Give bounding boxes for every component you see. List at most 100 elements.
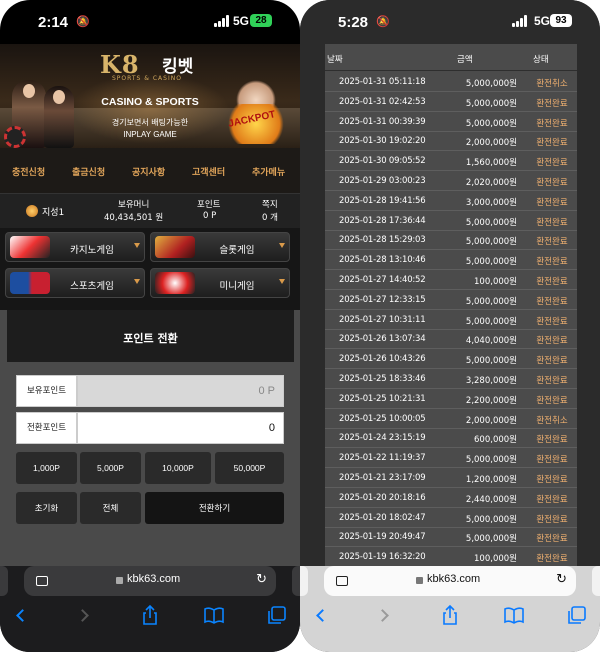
nav-withdraw[interactable]: 출금신청	[72, 165, 105, 178]
convert-submit-button[interactable]: 전환하기	[145, 492, 284, 524]
right-phone-screen: 5:28 🔕 5G 93 날짜 금액 상태 2025-01-31 05:11:1…	[300, 0, 600, 652]
user-info-bar: 지성1 보유머니 40,434,501 원 포인트 0 P 쪽지 0 개	[0, 194, 300, 228]
nav-notice[interactable]: 공지사항	[132, 165, 165, 178]
amount-10000-button[interactable]: 10,000P	[145, 452, 211, 484]
cell-date: 2025-01-20 20:18:16	[339, 492, 426, 503]
table-row: 2025-01-26 13:07:34 4,040,000원 환전완료	[325, 330, 577, 350]
bookmarks-button[interactable]	[203, 604, 225, 626]
cell-date: 2025-01-28 17:36:44	[339, 215, 426, 226]
nav-more[interactable]: 추가메뉴	[252, 165, 285, 178]
money-label: 보유머니	[118, 200, 150, 210]
slot-game-button[interactable]: 슬롯게임	[150, 232, 290, 262]
cell-amount: 5,000,000원	[465, 98, 517, 109]
table-row: 2025-01-19 20:49:47 5,000,000원 환전완료	[325, 528, 577, 548]
cell-date: 2025-01-19 20:49:47	[339, 532, 426, 543]
cell-date: 2025-01-28 15:29:03	[339, 235, 426, 246]
chevron-down-icon	[134, 279, 140, 284]
cell-status: 환전완료	[536, 118, 568, 129]
table-row: 2025-01-30 19:02:20 2,000,000원 환전완료	[325, 132, 577, 152]
cell-amount: 5,000,000원	[465, 514, 517, 525]
slot-machine-icon	[155, 236, 195, 258]
cell-amount: 600,000원	[474, 435, 517, 446]
convert-points-label: 전환포인트	[16, 412, 77, 444]
username[interactable]: 지성1	[42, 205, 64, 218]
amount-5000-button[interactable]: 5,000P	[80, 452, 141, 484]
convert-points-row: 전환포인트 0	[16, 412, 284, 444]
cell-date: 2025-01-25 10:00:05	[339, 413, 426, 424]
url-host: kbk63.com	[127, 573, 181, 585]
sports-game-button[interactable]: 스포츠게임	[5, 268, 145, 298]
cell-date: 2025-01-30 09:05:52	[339, 156, 426, 167]
chevron-left-icon	[16, 609, 29, 622]
status-bar: 5:28 🔕 5G 93	[300, 0, 600, 44]
tabs-button[interactable]	[566, 604, 588, 626]
tabs-button[interactable]	[266, 604, 288, 626]
cell-amount: 2,020,000원	[465, 178, 517, 188]
cell-date: 2025-01-19 16:32:20	[339, 552, 426, 563]
book-icon	[204, 607, 224, 624]
convert-points-input[interactable]: 0	[77, 412, 284, 444]
nav-deposit[interactable]: 충전신청	[12, 165, 45, 178]
back-button[interactable]	[10, 604, 32, 626]
reload-icon[interactable]: ↻	[256, 572, 267, 587]
cell-status: 환전완료	[536, 296, 568, 307]
cell-status: 환전취소	[536, 79, 568, 89]
casino-game-button[interactable]: 카지노게임	[5, 232, 145, 262]
chevron-left-icon	[316, 609, 329, 622]
banner-tagline-2: INPLAY GAME	[123, 130, 177, 139]
bookmarks-button[interactable]	[503, 604, 525, 626]
url-host: kbk63.com	[427, 573, 481, 585]
table-row: 2025-01-21 23:17:09 1,200,000원 환전완료	[325, 469, 577, 488]
cell-amount: 3,000,000원	[465, 197, 517, 208]
cell-amount: 5,000,000원	[465, 257, 517, 268]
reload-icon[interactable]: ↻	[556, 572, 567, 587]
table-row: 2025-01-30 09:05:52 1,560,000원 환전완료	[325, 152, 577, 172]
table-row: 2025-01-20 20:18:16 2,440,000원 환전완료	[325, 489, 577, 508]
all-button[interactable]: 전체	[80, 492, 141, 524]
brand-name: 킹벳	[162, 57, 194, 77]
cell-status: 환전완료	[536, 494, 568, 505]
site-banner: JACKPOT K8 킹벳 SPORTS & CASINO CASINO & S…	[0, 44, 300, 148]
money-value: 40,434,501 원	[104, 213, 164, 223]
amount-50000-button[interactable]: 50,000P	[215, 452, 284, 484]
table-row: 2025-01-28 13:10:46 5,000,000원 환전완료	[325, 251, 577, 271]
address-bar[interactable]: kbk63.com ↻	[24, 566, 276, 596]
panel-header: 포인트 전환	[7, 310, 294, 362]
exchange-history-table: 날짜 금액 상태 2025-01-31 05:11:18 5,000,000원 환전…	[325, 44, 577, 566]
silent-bell-icon: 🔕	[376, 16, 390, 28]
share-icon	[443, 604, 457, 625]
tab-layout-icon[interactable]	[336, 576, 348, 586]
cell-status: 환전완료	[536, 158, 568, 169]
mini-game-button[interactable]: 미니게임	[150, 268, 290, 298]
amount-1000-button[interactable]: 1,000P	[16, 452, 77, 484]
table-row: 2025-01-27 12:33:15 5,000,000원 환전완료	[325, 291, 577, 310]
tab-layout-icon[interactable]	[36, 576, 48, 586]
battery-indicator: 93	[550, 14, 572, 27]
cellular-signal-icon	[214, 15, 230, 27]
left-phone-screen: 2:14 🔕 5G 28 JACKPOT K8 킹벳 SPORTS & CASI…	[0, 0, 300, 652]
cell-status: 환전완료	[536, 554, 568, 565]
reset-button[interactable]: 초기화	[16, 492, 77, 524]
cell-amount: 2,200,000원	[465, 395, 517, 406]
nav-support[interactable]: 고객센터	[192, 165, 225, 178]
cell-status: 환전완료	[536, 534, 568, 545]
table-row: 2025-01-24 23:15:19 600,000원 환전완료	[325, 429, 577, 449]
back-button[interactable]	[310, 604, 332, 626]
chevron-down-icon	[279, 279, 285, 284]
messages-value[interactable]: 0 개	[262, 211, 278, 223]
header-amount: 금액	[457, 55, 473, 65]
cell-amount: 100,000원	[474, 277, 517, 287]
forward-button[interactable]	[374, 604, 396, 626]
chevron-down-icon	[279, 243, 285, 248]
level-badge-icon	[26, 205, 38, 217]
cell-amount: 5,000,000원	[465, 79, 517, 89]
table-row: 2025-01-25 18:33:46 3,280,000원 환전완료	[325, 370, 577, 389]
share-button[interactable]	[439, 604, 461, 626]
address-bar[interactable]: kbk63.com ↻	[324, 566, 576, 596]
forward-button[interactable]	[74, 604, 96, 626]
share-button[interactable]	[139, 604, 161, 626]
silent-bell-icon: 🔕	[76, 16, 90, 28]
cell-status: 환전완료	[536, 356, 568, 367]
cell-amount: 2,000,000원	[465, 138, 517, 149]
cell-date: 2025-01-20 18:02:47	[339, 512, 426, 523]
